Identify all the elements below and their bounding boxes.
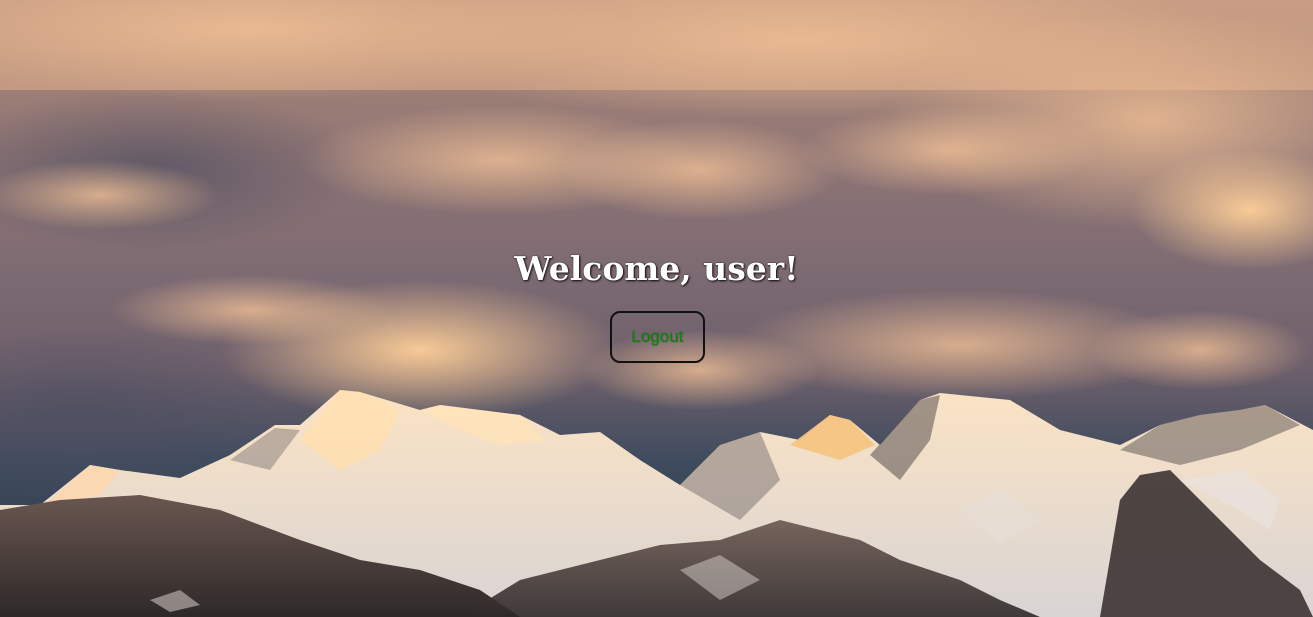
landing-page: Welcome, user! Logout	[0, 0, 1313, 617]
mountain-background-image	[0, 0, 1313, 617]
logout-button[interactable]: Logout	[610, 311, 705, 363]
welcome-heading: Welcome, user!	[514, 249, 799, 288]
